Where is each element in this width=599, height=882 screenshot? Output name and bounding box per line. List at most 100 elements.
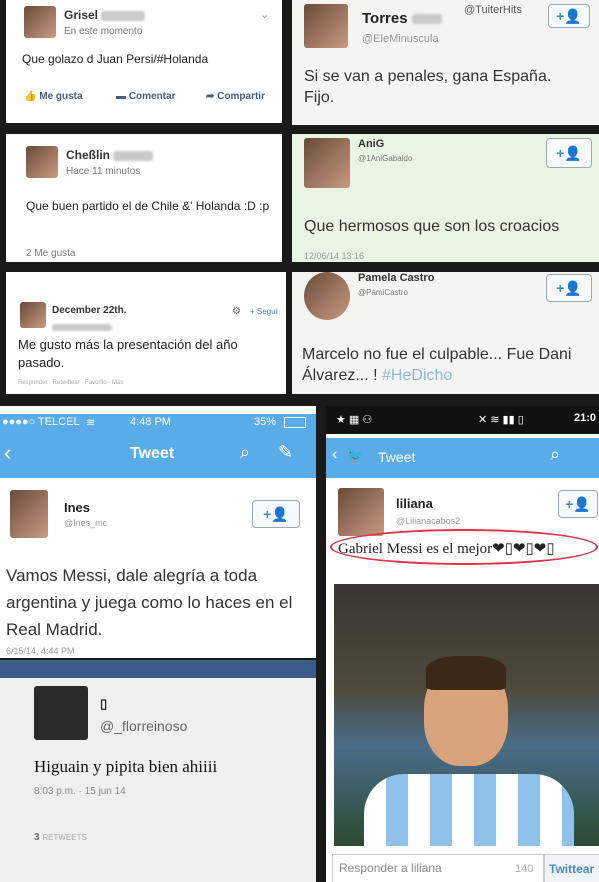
redacted-surname [411,14,442,25]
tweet-timestamp: 12/06/14 13:16 [304,251,365,261]
player-hair [426,656,506,690]
comment-icon: ▬ [116,91,126,102]
author-name-text: Grisel [64,8,99,22]
follow-user-icon: +👤 [556,145,582,161]
author-name[interactable]: Pamela Castro [358,272,434,284]
twitter-bird-icon: 🐦 [346,447,364,463]
follow-button[interactable]: +👤 [558,490,598,518]
search-icon[interactable]: ⌕ [550,444,560,465]
tweet-text: Que hermosos que son los croacios [304,218,560,235]
reply-placeholder: Responder a liliana [339,861,442,875]
tweet-button[interactable]: Twittear [544,854,599,882]
avatar[interactable] [304,272,350,320]
follow-button[interactable]: +👤 [546,138,592,168]
tweet-text: Higuain y pipita bien ahiiii [34,757,218,776]
hashtag-link[interactable]: #HeDicho [382,367,452,384]
tweet-text: Si se van a penales, gana España. Fijo. [304,68,552,106]
tweet-torres: Torres @EleMinuscula @TuiterHits +👤 Si s… [292,0,599,125]
carrier-label: TELCEL [38,416,80,428]
author-name[interactable]: Torres [362,10,442,27]
back-arrow-icon[interactable]: ‹ [4,440,11,466]
avatar[interactable] [304,4,348,48]
battery-icon [284,417,306,428]
author-handle: @1AniGabaldo [358,154,413,163]
signal-icon: ●●●●○ [2,416,36,428]
nav-bar: ‹ 🐦 Tweet ⌕ [326,438,599,478]
share-button[interactable]: ➦ Compartir [206,91,265,102]
wifi-icon: ≋ [86,417,96,429]
author-handle: @EleMinuscula [362,33,439,45]
follow-button[interactable]: +👤 [548,4,590,28]
tweet-button-label: Twittear [549,862,595,876]
tweet-text: Vamos Messi, dale alegría a toda argenti… [6,566,293,639]
tweet-timestamp: 8:03 p.m. · 15 jun 14 [34,786,126,797]
post-time: Hace 11 minutos [66,166,141,177]
redacted-handle [52,319,112,337]
author-name[interactable]: Ines [64,500,90,515]
back-arrow-icon[interactable]: ‹ [332,446,337,464]
retweets[interactable]: 3 RETWEETS [34,832,87,843]
retweets-label: RETWEETS [42,833,87,842]
tweet-text: Me gusto más la presentación del año pas… [18,337,238,370]
follow-button[interactable]: + Segui [250,307,277,316]
like-label: Me gusta [39,91,83,102]
comment-label: Comentar [128,91,176,102]
avatar[interactable] [304,138,350,188]
tweet-timestamp: 6/15/14, 4:44 PM [6,646,75,656]
facebook-post-chesslin: Cheßlin Hace 11 minutos Que buen partido… [6,134,282,262]
follow-button[interactable]: +👤 [546,274,592,302]
author-name[interactable]: ▯ [100,696,107,712]
author-handle: @Ines_mc [64,518,108,528]
follow-button[interactable]: +👤 [252,500,300,528]
chevron-down-icon[interactable]: ⌄ [260,8,269,21]
nav-title: Tweet [130,445,175,462]
character-counter: 140 [515,863,534,875]
avatar[interactable] [338,488,384,536]
comment-button[interactable]: ▬ Comentar [116,91,175,102]
avatar[interactable] [20,302,46,328]
tweet-photo[interactable] [334,584,599,846]
follow-user-icon: +👤 [556,8,582,24]
tweet-ines: ●●●●○ TELCEL ≋ 4:48 PM 35% ‹ Tweet ⌕ ✎ I… [0,406,316,658]
post-time: En este momento [64,26,143,37]
follow-label: Segui [256,307,278,316]
author-name-text: Torres [362,10,408,27]
follow-user-icon: +👤 [565,496,591,512]
nav-bar: ‹ Tweet ⌕ ✎ [0,432,316,478]
android-status-bar: ★ ▦ ⚇ ✕ ≋ ▮▮ ▯ 21:0 [326,406,599,434]
tweet-liliana: ★ ▦ ⚇ ✕ ≋ ▮▮ ▯ 21:0 ‹ 🐦 Tweet ⌕ liliana … [326,406,599,882]
avatar[interactable] [24,6,56,38]
redacted-surname [101,10,146,21]
avatar[interactable] [26,146,58,178]
tweet-anig: AniG @1AniGabaldo +👤 Que hermosos que so… [292,134,599,262]
author-handle: @_florreinoso [100,718,188,734]
like-button[interactable]: 👍 Me gusta [24,91,83,102]
gear-icon[interactable]: ⚙ [232,306,241,317]
reply-input[interactable]: Responder a liliana 140 [332,854,544,882]
tweet-pamela: Pamela Castro @PamiCastro +👤 Marcelo no … [292,272,599,394]
author-name-text: Cheßlin [66,148,110,162]
follow-user-icon: +👤 [556,280,582,296]
redacted-surname [113,150,154,161]
author-name[interactable]: Grisel [64,8,146,22]
battery-level: 35% [254,416,277,428]
status-time: 4:48 PM [130,416,171,428]
avatar[interactable] [34,686,88,740]
author-handle: @PamiCastro [358,288,408,297]
share-label: Compartir [217,91,265,102]
author-name[interactable]: Cheßlin [66,148,154,162]
likes-count[interactable]: 2 Me gusta [26,248,75,259]
share-icon: ➦ [206,91,215,102]
avatar[interactable] [10,490,48,538]
signal-icons: ✕ ≋ ▮▮ ▯ [478,414,524,426]
tweet-text: Gabriel Messi es el mejor❤▯❤▯❤▯ [330,529,598,565]
post-text: Que buen partido el de Chile &' Holanda … [26,199,270,213]
tweet-actions[interactable]: Responder · Retwittear · Favorito · Más [18,380,123,386]
top-strip [0,660,316,678]
author-name[interactable]: December 22th. [52,305,126,316]
author-name[interactable]: AniG [358,138,384,150]
compose-icon[interactable]: ✎ [278,442,293,463]
tweet-text: Marcelo no fue el culpable... Fue Dani Á… [302,344,592,386]
search-icon[interactable]: ⌕ [240,442,250,463]
author-name[interactable]: liliana [396,496,433,511]
